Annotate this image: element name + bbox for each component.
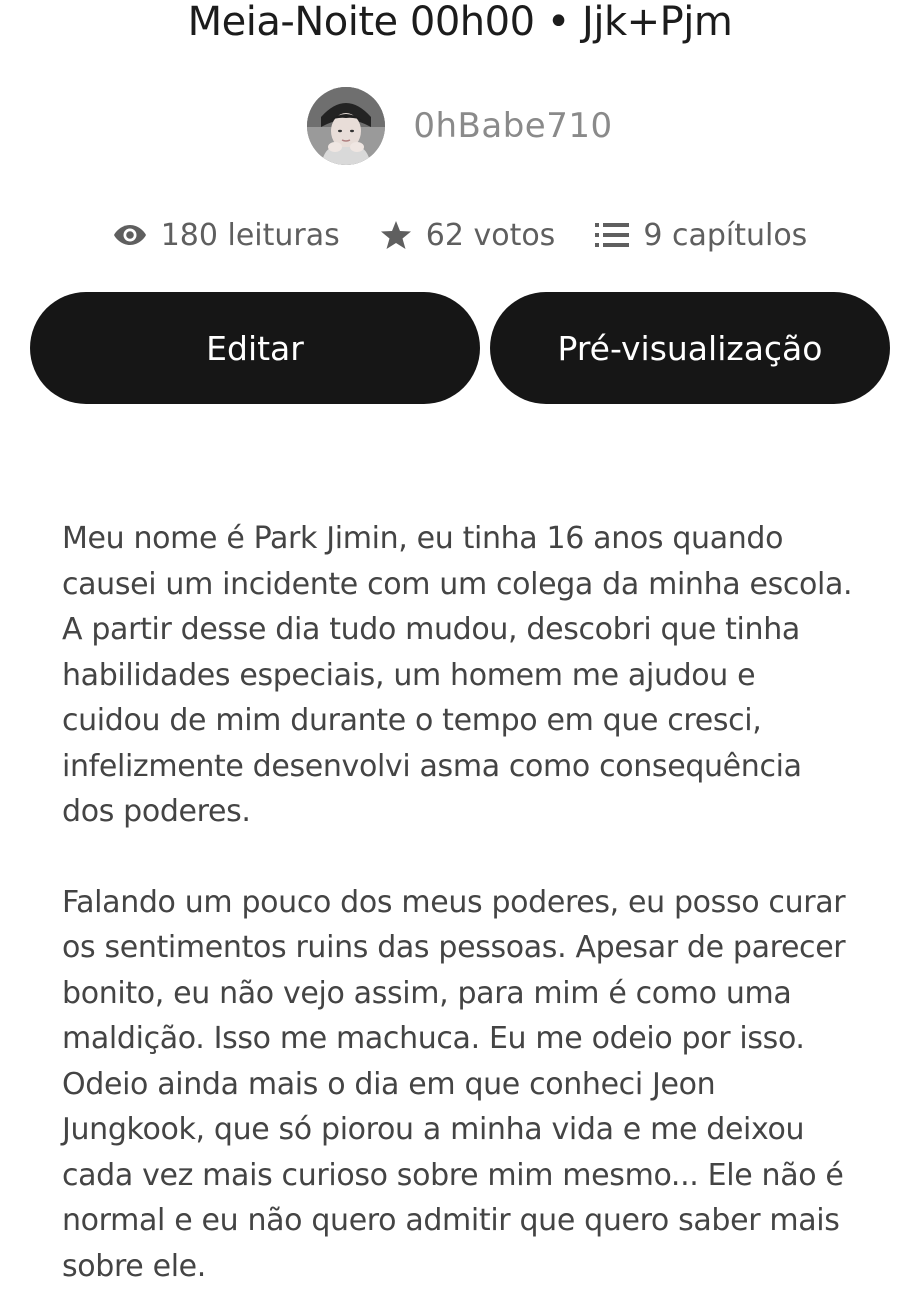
preview-button[interactable]: Pré-visualização [490,292,890,404]
author-row[interactable]: 0hBabe710 [0,86,920,166]
star-icon [380,220,412,250]
author-avatar[interactable] [307,87,385,165]
story-title: Meia-Noite 00h00 • Jjk+Pjm [0,0,920,44]
description-paragraph: Meu nome é Park Jimin, eu tinha 16 anos … [62,516,862,835]
chapters-count: 9 capítulos [643,218,807,253]
author-username[interactable]: 0hBabe710 [413,106,612,146]
votes-count: 62 votos [426,218,556,253]
votes-stat: 62 votos [380,218,556,253]
reads-stat: 180 leituras [113,218,340,253]
chapters-stat: 9 capítulos [595,218,807,253]
story-actions: Editar Pré-visualização [30,292,890,406]
story-description: Meu nome é Park Jimin, eu tinha 16 anos … [62,516,862,1289]
edit-button[interactable]: Editar [30,292,480,404]
description-paragraph: Falando um pouco dos meus poderes, eu po… [62,880,862,1289]
list-icon [595,222,629,248]
eye-icon [113,223,147,247]
story-stats: 180 leituras 62 votos 9 capítulos [0,210,920,260]
reads-count: 180 leituras [161,218,340,253]
